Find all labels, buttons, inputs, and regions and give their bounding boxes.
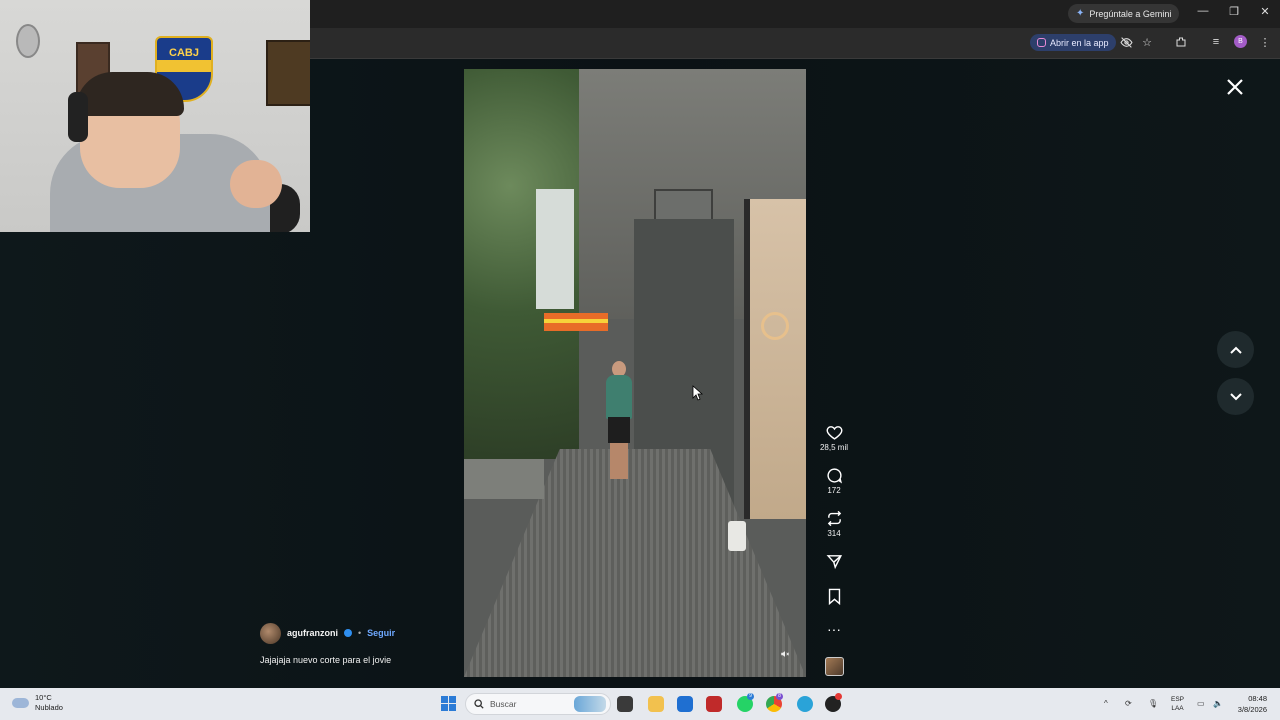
outlook-icon[interactable] — [677, 696, 693, 712]
system-clock[interactable]: 08:48 3/8/2026 — [1231, 693, 1267, 715]
bookmark-star-icon[interactable]: ☆ — [1140, 35, 1154, 49]
ask-gemini-label: Pregúntale a Gemini — [1089, 8, 1172, 19]
author-avatar[interactable] — [260, 622, 281, 644]
task-view-icon[interactable] — [617, 696, 633, 712]
search-icon — [474, 699, 484, 709]
shield-text: CABJ — [169, 47, 199, 59]
comment-action[interactable]: 172 — [815, 467, 853, 495]
video-person-shirt — [606, 375, 632, 419]
bookmark-icon — [828, 588, 840, 605]
reel-video[interactable] — [464, 69, 806, 677]
post-caption: Jajajaja nuevo corte para el jovie — [260, 655, 392, 665]
chrome-icon[interactable]: 8 — [766, 693, 783, 712]
weather-desc: Nublado — [35, 703, 63, 712]
sync-icon[interactable]: ⟳ — [1125, 699, 1132, 708]
webcam-overlay: CABJ — [0, 0, 310, 232]
clock-date: 3/8/2026 — [1237, 705, 1267, 714]
close-window-button[interactable]: ✕ — [1255, 5, 1275, 18]
video-jug — [728, 521, 746, 551]
whatsapp-badge: 9 — [747, 693, 754, 700]
media-controls-icon[interactable]: ≡ — [1209, 35, 1223, 49]
video-person-shorts — [608, 417, 630, 443]
instagram-icon — [1037, 38, 1046, 47]
language-secondary: LAA — [1171, 705, 1184, 712]
search-placeholder: Buscar — [490, 699, 517, 709]
open-in-app-label: Abrir en la app — [1050, 37, 1109, 48]
video-person-legs — [610, 443, 628, 479]
repost-count: 314 — [827, 529, 841, 538]
comment-count: 172 — [827, 486, 841, 495]
video-gas-station — [544, 313, 608, 331]
windows-start-icon[interactable] — [441, 696, 456, 711]
heart-icon — [826, 426, 842, 440]
volume-icon[interactable]: 🔈 — [1213, 699, 1223, 708]
ask-gemini-button[interactable]: ✦ Pregúntale a Gemini — [1068, 4, 1180, 23]
telegram-icon[interactable] — [797, 696, 813, 712]
network-icon[interactable]: ▭ — [1197, 699, 1205, 708]
browser-menu-icon[interactable]: ⋮ — [1258, 35, 1272, 49]
brave-icon[interactable] — [706, 696, 722, 712]
cloud-icon — [12, 698, 29, 708]
profile-avatar[interactable]: B — [1234, 35, 1247, 48]
microphone-icon[interactable]: 🎙 — [1148, 699, 1158, 708]
mute-icon[interactable] — [780, 649, 790, 661]
mouse-cursor-icon — [692, 385, 704, 404]
send-icon — [826, 555, 842, 570]
clock-time: 08:48 — [1248, 694, 1267, 703]
previous-reel-button[interactable] — [1217, 331, 1254, 368]
windows-taskbar: 10°C Nublado Buscar 9 8 ^ ⟳ 🎙 ESP LAA ▭ … — [0, 688, 1280, 720]
eye-off-icon[interactable] — [1119, 35, 1133, 49]
post-author: agufranzoni • Seguir — [260, 622, 395, 644]
file-explorer-icon[interactable] — [648, 696, 664, 712]
video-sky — [536, 189, 574, 309]
like-count: 28,5 mil — [819, 443, 848, 452]
open-in-app-button[interactable]: Abrir en la app — [1030, 34, 1116, 51]
video-ring-light — [761, 312, 789, 340]
extensions-icon[interactable] — [1174, 35, 1188, 49]
like-action[interactable]: 28,5 mil — [815, 424, 853, 452]
follow-button[interactable]: Seguir — [367, 628, 395, 638]
headset-icon — [68, 92, 88, 142]
search-highlight-art — [574, 696, 606, 712]
chrome-badge: 8 — [776, 693, 783, 700]
chevron-down-icon — [1229, 392, 1242, 400]
wall-plate — [16, 24, 40, 58]
close-icon[interactable] — [1225, 77, 1245, 97]
video-shop-window — [744, 199, 806, 519]
tray-chevron-up-icon[interactable]: ^ — [1104, 699, 1108, 708]
chevron-up-icon — [1229, 346, 1242, 354]
streamer — [40, 64, 300, 232]
restore-button[interactable]: ❐ — [1224, 5, 1244, 18]
separator-dot: • — [358, 628, 362, 638]
verified-icon — [344, 629, 352, 637]
repost-icon — [827, 510, 841, 527]
author-name[interactable]: agufranzoni — [287, 628, 338, 638]
more-options-icon[interactable]: ··· — [815, 622, 853, 636]
gemini-spark-icon: ✦ — [1076, 8, 1085, 19]
weather-temp: 10°C — [35, 693, 52, 702]
share-action[interactable] — [815, 553, 853, 570]
next-reel-button[interactable] — [1217, 378, 1254, 415]
repost-action[interactable]: 314 — [815, 510, 853, 538]
app-icon[interactable] — [825, 693, 842, 712]
weather-widget[interactable]: 10°C Nublado — [12, 693, 63, 713]
taskbar-search[interactable]: Buscar — [465, 693, 611, 715]
video-street — [464, 459, 544, 499]
audio-thumbnail[interactable] — [825, 657, 844, 676]
whatsapp-icon[interactable]: 9 — [737, 693, 754, 712]
comment-icon — [826, 468, 842, 484]
language-primary: ESP — [1171, 696, 1185, 703]
save-action[interactable] — [815, 588, 853, 605]
language-indicator[interactable]: ESP LAA — [1171, 695, 1184, 713]
app-notification-dot — [835, 693, 842, 700]
minimize-button[interactable]: — — [1193, 5, 1213, 17]
